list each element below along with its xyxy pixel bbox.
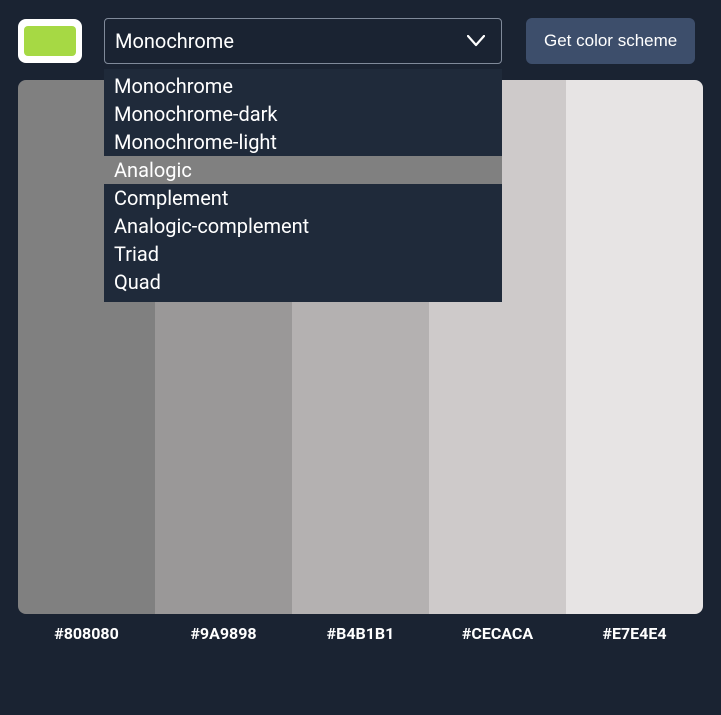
dropdown-option[interactable]: Monochrome	[104, 72, 502, 100]
scheme-select-wrapper: Monochrome MonochromeMonochrome-darkMono…	[104, 18, 502, 64]
dropdown-option[interactable]: Analogic	[104, 156, 502, 184]
palette-column	[566, 80, 703, 614]
hex-label: #808080	[18, 624, 155, 643]
hex-label: #E7E4E4	[566, 624, 703, 643]
dropdown-option[interactable]: Analogic-complement	[104, 212, 502, 240]
dropdown-option[interactable]: Complement	[104, 184, 502, 212]
dropdown-option[interactable]: Quad	[104, 268, 502, 296]
dropdown-option[interactable]: Monochrome-dark	[104, 100, 502, 128]
hex-label: #CECACA	[429, 624, 566, 643]
get-color-scheme-button[interactable]: Get color scheme	[526, 18, 695, 64]
scheme-dropdown: MonochromeMonochrome-darkMonochrome-ligh…	[104, 69, 502, 302]
dropdown-option[interactable]: Triad	[104, 240, 502, 268]
scheme-select-value: Monochrome	[115, 29, 234, 53]
toolbar: Monochrome MonochromeMonochrome-darkMono…	[18, 18, 703, 64]
color-picker-swatch[interactable]	[18, 19, 82, 63]
hex-label: #B4B1B1	[292, 624, 429, 643]
scheme-select[interactable]: Monochrome	[104, 18, 502, 64]
color-swatch-inner	[24, 26, 76, 56]
dropdown-option[interactable]: Monochrome-light	[104, 128, 502, 156]
hex-label: #9A9898	[155, 624, 292, 643]
chevron-down-icon	[467, 35, 485, 47]
hex-label-row: #808080#9A9898#B4B1B1#CECACA#E7E4E4	[18, 624, 703, 643]
